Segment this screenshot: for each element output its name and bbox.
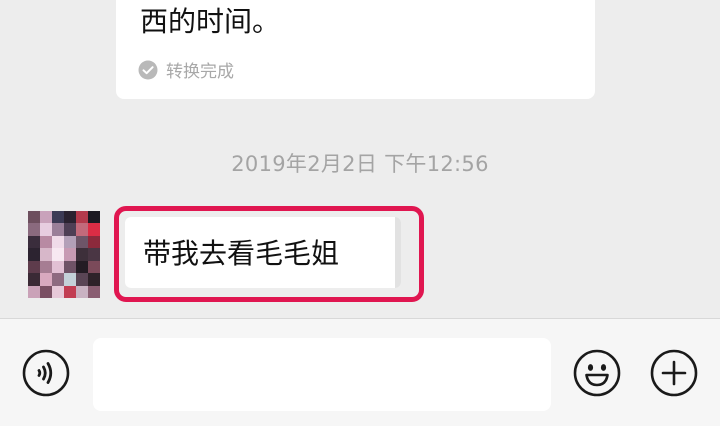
avatar-pixel [64, 285, 76, 298]
avatar-pixel [40, 273, 52, 286]
avatar-pixel [40, 285, 52, 298]
chat-area: 西的时间。 转换完成 2019年2月2日 下午12:56 带我去看毛毛姐 [0, 0, 720, 318]
previous-message-bubble[interactable]: 西的时间。 转换完成 [116, 0, 595, 99]
avatar-pixel [28, 223, 40, 236]
avatar-pixel [76, 273, 88, 286]
avatar-pixel [52, 223, 64, 236]
avatar-pixel [64, 260, 76, 274]
input-bar [0, 319, 720, 426]
plus-icon [650, 349, 698, 397]
emoji-icon [573, 349, 621, 397]
avatar-pixel [28, 285, 40, 298]
avatar-pixel [52, 235, 64, 249]
conversion-status-text: 转换完成 [166, 62, 234, 82]
message-input[interactable] [93, 338, 551, 411]
avatar-pixel [64, 235, 76, 249]
avatar-pixel [64, 211, 76, 224]
avatar-pixel [76, 260, 88, 274]
avatar-pixel [40, 248, 52, 261]
conversion-status: 转换完成 [138, 57, 234, 82]
avatar-pixel [40, 235, 52, 249]
avatar-pixel [52, 273, 64, 286]
previous-message-text: 西的时间。 [140, 5, 281, 38]
avatar[interactable] [28, 211, 100, 298]
avatar-pixel [40, 260, 52, 274]
avatar-pixel [64, 248, 76, 261]
avatar-pixel [88, 235, 100, 249]
avatar-pixel [88, 285, 100, 298]
avatar-pixel [76, 235, 88, 249]
message-timestamp: 2019年2月2日 下午12:56 [231, 152, 489, 176]
check-circle-icon [138, 60, 158, 79]
avatar-pixel [52, 285, 64, 298]
avatar-pixel [88, 248, 100, 261]
voice-icon [22, 349, 70, 397]
avatar-pixel [40, 211, 52, 224]
avatar-pixel [52, 248, 64, 261]
avatar-pixel [28, 248, 40, 261]
avatar-pixel [64, 223, 76, 236]
avatar-pixel [76, 285, 88, 298]
voice-button[interactable] [22, 349, 70, 397]
avatar-pixel [28, 235, 40, 249]
avatar-pixel [76, 223, 88, 236]
avatar-pixel [52, 260, 64, 274]
avatar-pixel [28, 211, 40, 224]
avatar-pixel [88, 273, 100, 286]
avatar-pixel [76, 211, 88, 224]
avatar-pixel [64, 273, 76, 286]
avatar-pixel [88, 223, 100, 236]
avatar-pixel [28, 273, 40, 286]
message-highlight-box [114, 206, 424, 302]
avatar-pixel [28, 260, 40, 274]
avatar-pixel [76, 248, 88, 261]
avatar-pixel [40, 223, 52, 236]
avatar-pixel [88, 211, 100, 224]
avatar-pixel [88, 260, 100, 274]
more-button[interactable] [650, 349, 698, 397]
avatar-pixel [52, 211, 64, 224]
emoji-button[interactable] [573, 349, 621, 397]
